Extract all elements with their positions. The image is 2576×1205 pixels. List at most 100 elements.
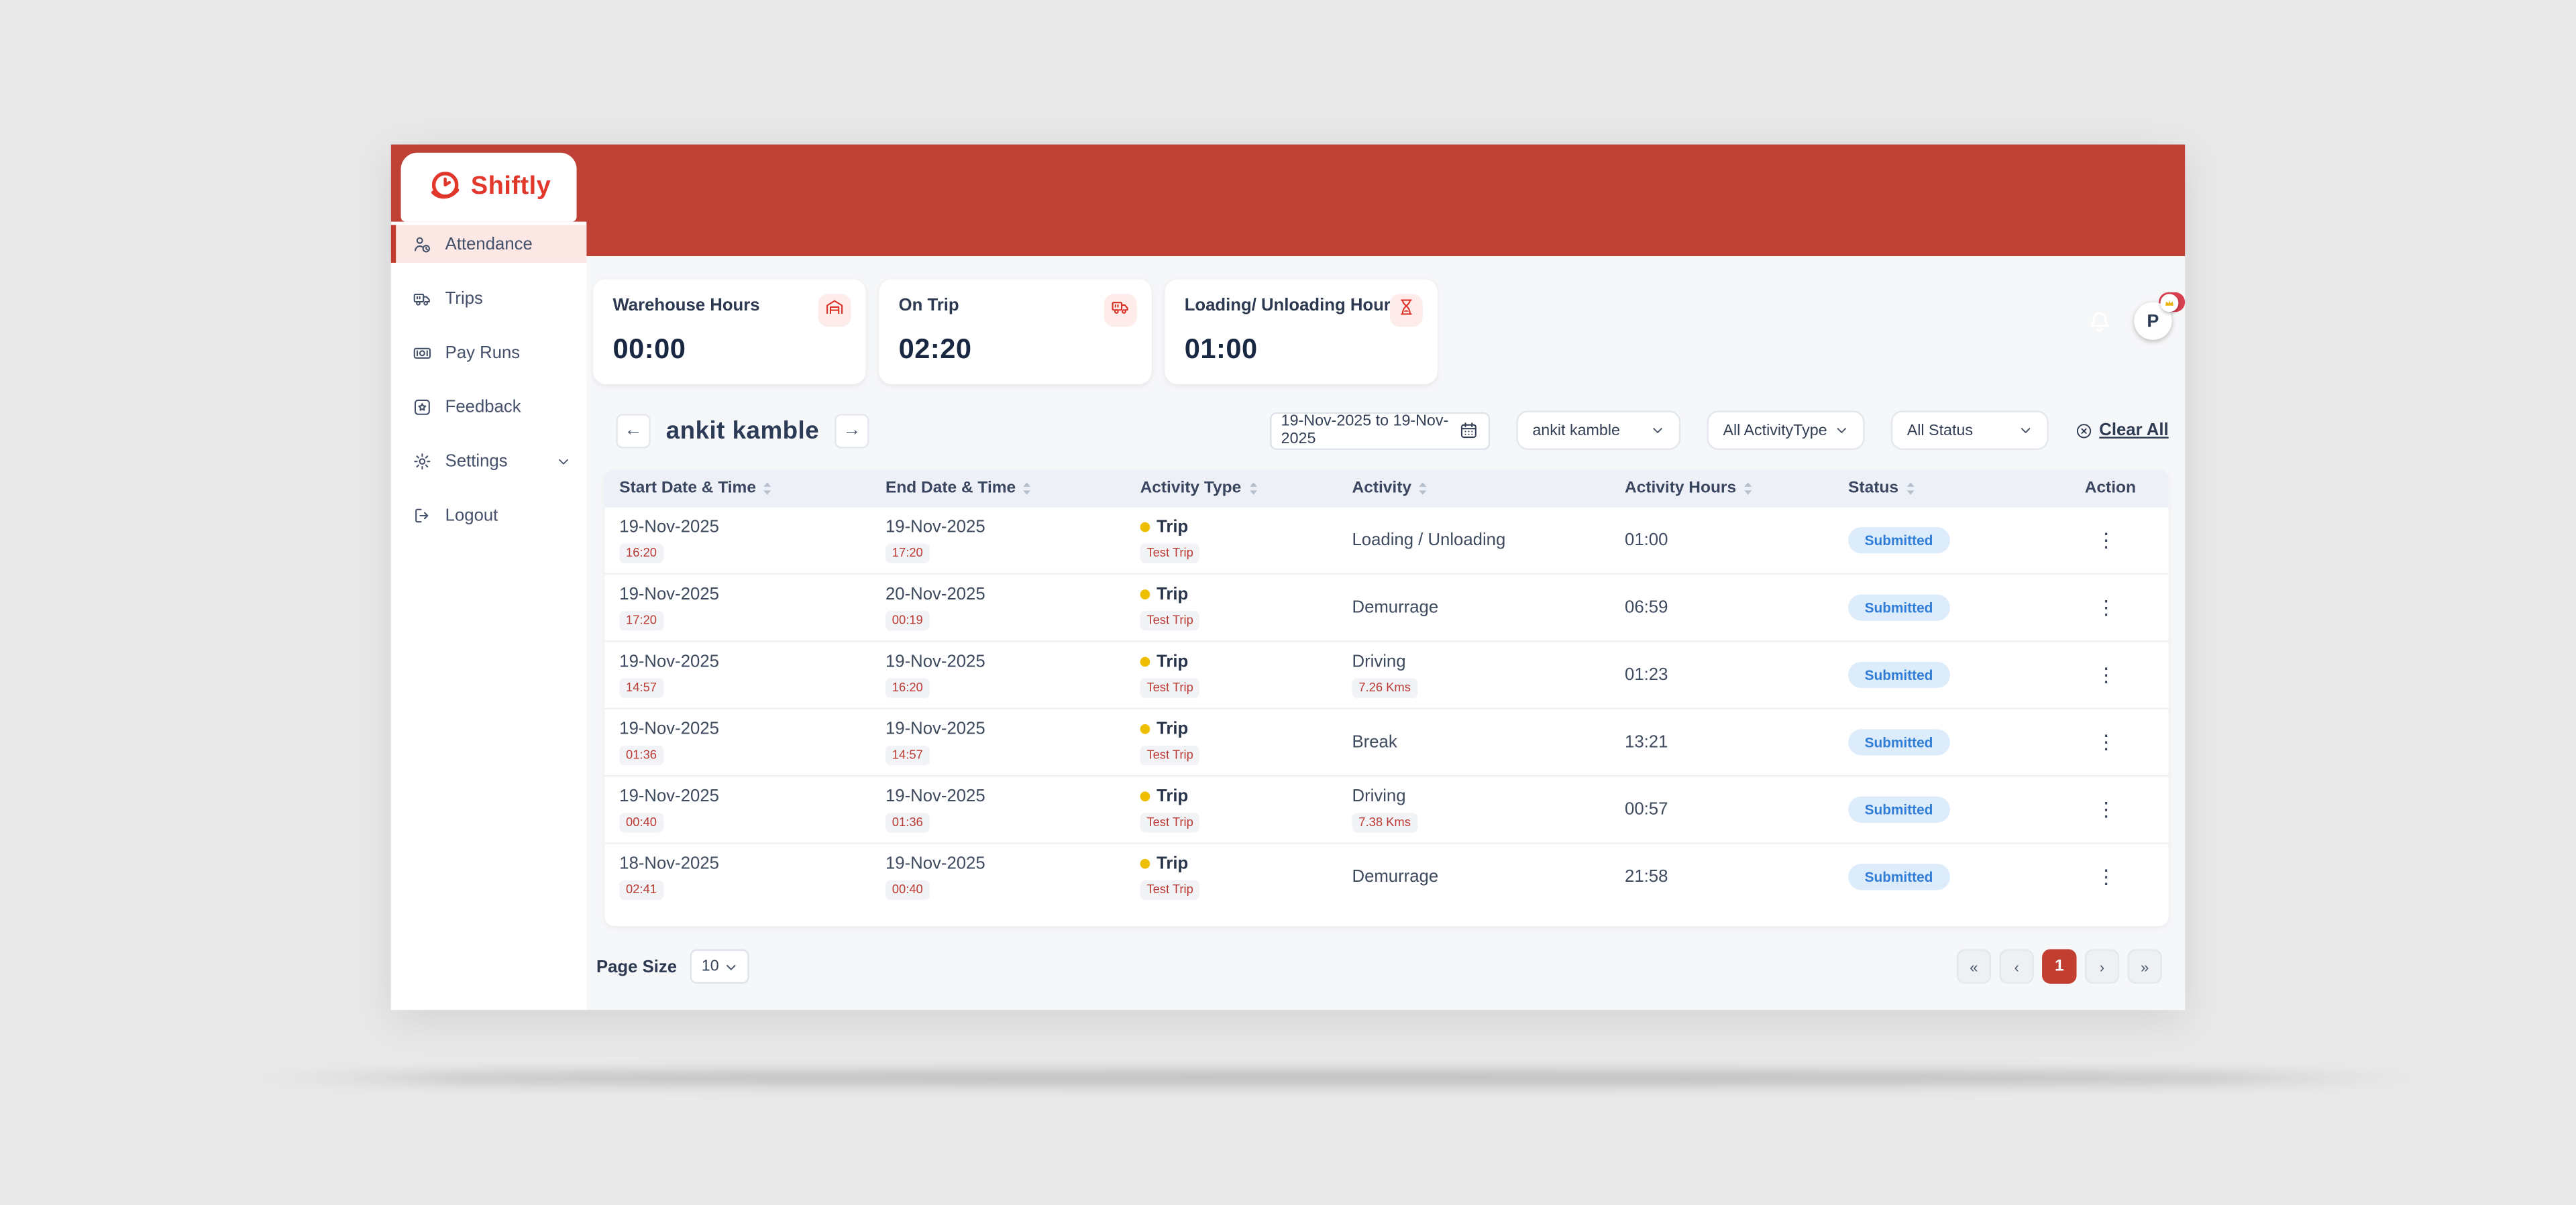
hourglass-icon (1397, 296, 1416, 325)
sort-icon[interactable] (1418, 481, 1428, 496)
cell-action: ⋮ (2070, 777, 2169, 842)
start-date: 19-Nov-2025 (619, 787, 719, 807)
trip-dot-icon (1140, 724, 1150, 735)
cell-end-date: 19-Nov-2025 17:20 (871, 508, 1126, 573)
sort-icon[interactable] (1248, 481, 1258, 496)
status-badge: Submitted (1848, 729, 1949, 755)
sort-icon[interactable] (1743, 481, 1753, 496)
prev-page-button[interactable]: ‹ (1999, 949, 2034, 984)
page-1-button[interactable]: 1 (2042, 949, 2077, 984)
column-header-start-date-time[interactable]: Start Date & Time (604, 479, 871, 498)
start-time-badge: 17:20 (619, 611, 663, 630)
window-floor-shadow (246, 1070, 2428, 1086)
kebab-menu-icon[interactable]: ⋮ (2096, 597, 2116, 617)
sidebar-item-logout[interactable]: Logout (391, 496, 586, 534)
caret-down-icon (724, 960, 738, 973)
page-title-row: ‹ Attendance Details (600, 357, 844, 384)
kebab-menu-icon[interactable]: ⋮ (2096, 732, 2116, 752)
column-header-end-date-time[interactable]: End Date & Time (871, 479, 1126, 498)
kebab-menu-icon[interactable]: ⋮ (2096, 867, 2116, 886)
user-avatar[interactable]: P (2134, 294, 2179, 340)
column-header-activity[interactable]: Activity (1337, 479, 1610, 498)
sidebar-item-attendance[interactable]: Attendance (390, 225, 587, 263)
cell-action: ⋮ (2070, 508, 2169, 573)
sidebar-item-trips[interactable]: Trips (391, 279, 586, 317)
cell-activity-type: Trip Test Trip (1126, 575, 1338, 640)
kebab-menu-icon[interactable]: ⋮ (2096, 530, 2116, 550)
sidebar-item-pay-runs[interactable]: Pay Runs (391, 333, 586, 371)
app-window: ‹ Attendance Details 4 P Shiftly Attenda… (390, 144, 2186, 1011)
notification-bell-icon[interactable] (2086, 308, 2112, 334)
brand-logo[interactable]: Shiftly (400, 152, 577, 222)
last-page-button[interactable]: » (2127, 949, 2162, 984)
cell-activity-type: Trip Test Trip (1126, 508, 1338, 573)
table-row: 19-Nov-2025 17:20 20-Nov-2025 00:19 Trip Test… (604, 573, 2169, 640)
sidebar-nav: Attendance Trips Pay Runs Feedback Settings L… (390, 221, 587, 1011)
column-header-activity-type[interactable]: Activity Type (1126, 479, 1338, 498)
cell-activity-hours: 00:57 (1610, 777, 1833, 842)
trip-dot-icon (1140, 657, 1150, 667)
sidebar-item-settings[interactable]: Settings (391, 442, 586, 479)
next-employee-button[interactable]: → (835, 412, 869, 448)
trip-name-badge: Test Trip (1140, 544, 1200, 563)
status-select[interactable]: All Status (1890, 410, 2049, 451)
table-row: 19-Nov-2025 16:20 19-Nov-2025 17:20 Trip Test… (604, 508, 2168, 573)
cell-end-date: 19-Nov-2025 00:40 (871, 844, 1126, 910)
end-date: 19-Nov-2025 (885, 787, 985, 807)
activity-type: Trip (1140, 787, 1338, 807)
date-range-picker[interactable]: 19-Nov-2025 to 19-Nov-2025 (1269, 411, 1490, 449)
cell-status: Submitted (1833, 575, 2070, 640)
page-size-label: Page Size (596, 956, 678, 976)
prev-employee-button[interactable]: ← (616, 412, 651, 448)
money-icon (413, 343, 432, 362)
employee-select[interactable]: ankit kamble (1515, 410, 1680, 451)
sort-icon[interactable] (763, 481, 773, 496)
sort-icon[interactable] (1022, 481, 1032, 496)
stat-card-value: 01:00 (1184, 333, 1258, 365)
cell-action: ⋮ (2070, 575, 2169, 640)
end-time-badge: 16:20 (885, 679, 930, 698)
cell-activity-type: Trip Test Trip (1126, 844, 1338, 910)
page-size-select[interactable]: 10 (690, 949, 749, 984)
crown-badge-icon (2160, 294, 2179, 312)
cell-start-date: 19-Nov-2025 17:20 (604, 575, 871, 640)
end-time-badge: 17:20 (885, 544, 930, 563)
stat-card-loading-unloading-hours: Loading/ Unloading Hours 01:00 (1165, 279, 1438, 385)
trip-dot-icon (1140, 522, 1150, 533)
cell-start-date: 19-Nov-2025 00:40 (604, 777, 871, 842)
next-page-button[interactable]: › (2084, 949, 2120, 984)
activity-hours: 00:57 (1625, 799, 1668, 820)
kebab-menu-icon[interactable]: ⋮ (2096, 665, 2116, 685)
table-row: 19-Nov-2025 00:40 19-Nov-2025 01:36 Trip Test… (604, 774, 2169, 842)
activity-type-select[interactable]: All ActivityType (1706, 410, 1865, 451)
activity-name: Loading / Unloading (1352, 530, 1506, 551)
logout-icon (413, 505, 432, 524)
start-time-badge: 16:20 (619, 544, 663, 563)
trip-name-badge: Test Trip (1140, 746, 1200, 765)
page-buttons: «‹ 1 ›» (1956, 949, 2162, 984)
cell-activity-type: Trip Test Trip (1126, 642, 1338, 708)
kebab-menu-icon[interactable]: ⋮ (2096, 800, 2116, 819)
caret-down-icon (2019, 424, 2032, 437)
activity-hours: 21:58 (1625, 867, 1668, 887)
column-header-activity-hours[interactable]: Activity Hours (1610, 479, 1833, 498)
trip-dot-icon (1140, 859, 1150, 870)
end-date: 19-Nov-2025 (885, 652, 985, 673)
clear-all-button[interactable]: Clear All (2075, 420, 2169, 440)
stat-icon-box (1104, 294, 1137, 327)
end-date: 20-Nov-2025 (885, 585, 985, 605)
end-time-badge: 14:57 (885, 746, 930, 765)
sidebar-item-feedback[interactable]: Feedback (391, 388, 586, 425)
cell-end-date: 19-Nov-2025 16:20 (871, 642, 1126, 708)
cell-end-date: 19-Nov-2025 14:57 (871, 709, 1126, 775)
column-header-status[interactable]: Status (1833, 479, 2070, 498)
stat-card-label: Warehouse Hours (612, 295, 760, 316)
sort-icon[interactable] (1905, 481, 1915, 496)
sidebar-item-label: Feedback (445, 396, 521, 416)
activity-hours: 13:21 (1625, 732, 1668, 752)
cell-action: ⋮ (2070, 844, 2169, 910)
calendar-icon (1458, 420, 1478, 440)
first-page-button[interactable]: « (1956, 949, 1992, 984)
activity-type-label: Trip (1157, 652, 1189, 673)
back-chevron-icon[interactable]: ‹ (600, 357, 608, 384)
